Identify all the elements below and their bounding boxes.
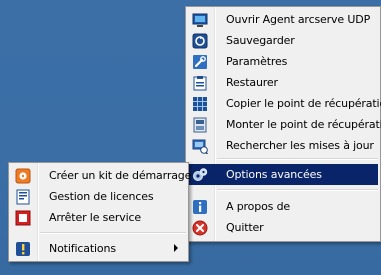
menu-item-label: Rechercher les mises à jour	[226, 139, 374, 152]
menu-item-label: Options avancées	[226, 168, 322, 181]
menu-separator	[217, 158, 378, 160]
update-icon	[192, 139, 208, 154]
menu-item-label: Restaurer	[226, 76, 278, 89]
exit-icon	[192, 220, 208, 236]
menu-item-label: A propos de	[226, 200, 291, 213]
menu-item-settings[interactable]: Paramètres	[188, 51, 378, 72]
license-icon	[16, 189, 30, 205]
submenu-item-license-management[interactable]: Gestion de licences	[11, 186, 186, 207]
stop-service-icon	[15, 210, 31, 226]
menu-item-restore[interactable]: Restaurer	[188, 72, 378, 93]
menu-item-label: Monter le point de récupération	[226, 118, 381, 131]
grid-copy-icon	[193, 97, 207, 111]
menu-item-label: Arrêter le service	[49, 211, 142, 224]
backup-icon	[192, 33, 208, 49]
menu-item-check-updates[interactable]: Rechercher les mises à jour	[188, 135, 378, 156]
advanced-options-submenu: Créer un kit de démarrage Gestion de lic…	[8, 162, 191, 262]
menu-item-advanced-options[interactable]: Options avancées	[188, 164, 378, 185]
submenu-item-stop-service[interactable]: Arrêter le service	[11, 207, 186, 228]
menu-item-open-agent[interactable]: Ouvrir Agent arcserve UDP	[188, 9, 378, 30]
menu-item-label: Ouvrir Agent arcserve UDP	[226, 13, 371, 26]
tray-context-menu: Ouvrir Agent arcserve UDP Sauvegarder Pa…	[185, 6, 381, 242]
notification-icon	[16, 242, 30, 256]
submenu-arrow-icon	[174, 244, 178, 252]
menu-item-label: Copier le point de récupération	[226, 97, 381, 110]
menu-item-label: Quitter	[226, 221, 264, 234]
menu-item-about[interactable]: A propos de	[188, 196, 378, 217]
menu-item-copy-recovery-point[interactable]: Copier le point de récupération	[188, 93, 381, 114]
submenu-item-create-boot-kit[interactable]: Créer un kit de démarrage	[11, 165, 191, 186]
gears-icon	[193, 168, 208, 181]
menu-item-mount-recovery-point[interactable]: Monter le point de récupération	[188, 114, 381, 135]
menu-item-label: Notifications	[49, 242, 116, 255]
menu-item-label: Paramètres	[226, 55, 288, 68]
menu-separator	[217, 189, 378, 191]
menu-item-label: Gestion de licences	[49, 190, 154, 203]
menu-item-quit[interactable]: Quitter	[188, 217, 378, 238]
mount-icon	[193, 117, 207, 133]
menu-separator	[40, 232, 186, 234]
submenu-item-notifications[interactable]: Notifications	[11, 238, 186, 259]
boot-kit-icon	[15, 168, 31, 184]
clipboard-restore-icon	[193, 76, 207, 91]
info-icon	[193, 200, 207, 214]
menu-item-backup[interactable]: Sauvegarder	[188, 30, 378, 51]
monitor-icon	[192, 13, 208, 27]
wrench-icon	[193, 55, 207, 69]
menu-item-label: Créer un kit de démarrage	[49, 169, 192, 182]
menu-item-label: Sauvegarder	[226, 34, 295, 47]
